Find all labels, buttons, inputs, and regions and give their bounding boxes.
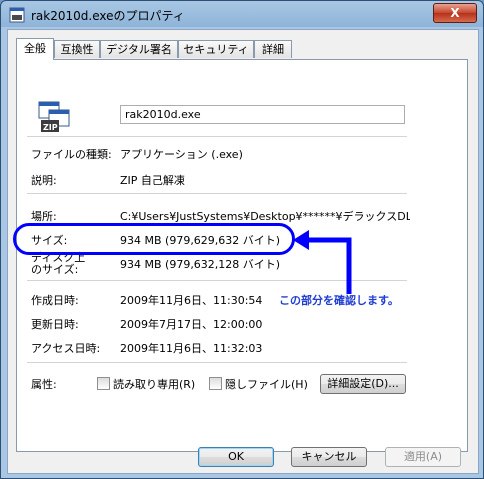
zip-archive-icon: [9, 7, 25, 23]
tab-details[interactable]: 詳細: [254, 40, 292, 58]
type-label: ファイルの種類:: [31, 148, 112, 161]
attributes-label: 属性:: [31, 378, 57, 391]
annotation-text: この部分を確認します。: [279, 294, 399, 307]
close-button[interactable]: X: [433, 3, 477, 23]
arrow-left-icon: [293, 230, 352, 294]
modified-value: 2009年7月17日、12:00:00: [120, 318, 263, 331]
accessed-label: アクセス日時:: [31, 342, 101, 355]
general-tab-page: ZIP ファイルの種類: アプリケーション (.exe) 説明: ZIP 自己解…: [13, 59, 468, 452]
description-label: 説明:: [31, 174, 57, 187]
cancel-button[interactable]: キャンセル: [291, 447, 367, 467]
window-title: rak2010d.exeのプロパティ: [31, 9, 185, 23]
title-bar[interactable]: rak2010d.exeのプロパティ X: [1, 1, 483, 29]
location-value: C:¥Users¥JustSystems¥Desktop¥******¥デラック…: [120, 210, 410, 223]
accessed-value: 2009年11月6日、11:32:03: [120, 342, 263, 355]
size-highlight-ellipse: [13, 223, 295, 255]
separator: [27, 362, 407, 363]
apply-button[interactable]: 適用(A): [385, 447, 461, 467]
ok-button[interactable]: OK: [198, 447, 274, 467]
disk-size-label-line2: のサイズ:: [31, 263, 79, 276]
tab-security[interactable]: セキュリティ: [178, 40, 254, 58]
description-value: ZIP 自己解凍: [120, 174, 185, 187]
readonly-checkbox[interactable]: [97, 377, 110, 390]
svg-text:ZIP: ZIP: [43, 123, 58, 132]
separator: [27, 136, 407, 137]
created-value: 2009年11月6日、11:30:54: [120, 294, 263, 307]
tab-compatibility[interactable]: 互換性: [54, 40, 100, 58]
created-label: 作成日時:: [31, 294, 79, 307]
file-name-input[interactable]: [120, 105, 405, 124]
advanced-button[interactable]: 詳細設定(D)...: [320, 374, 406, 394]
hidden-label[interactable]: 隠しファイル(H): [225, 376, 308, 392]
separator: [27, 193, 407, 194]
readonly-label[interactable]: 読み取り専用(R): [113, 376, 195, 392]
type-value: アプリケーション (.exe): [120, 148, 243, 161]
disk-size-label: ディスク上 のサイズ:: [31, 252, 85, 276]
tab-general[interactable]: 全般: [16, 38, 54, 60]
zip-archive-icon: ZIP: [38, 101, 70, 132]
modified-label: 更新日時:: [31, 318, 79, 331]
hidden-checkbox[interactable]: [209, 377, 222, 390]
dialog-client: 全般 互換性 デジタル署名 セキュリティ 詳細 ZIP ファイルの種類: アプリ…: [7, 29, 479, 474]
location-label: 場所:: [31, 210, 57, 223]
properties-window: rak2010d.exeのプロパティ X 全般 互換性 デジタル署名 セキュリテ…: [0, 0, 484, 479]
tab-digital-signature[interactable]: デジタル署名: [100, 40, 178, 58]
disk-size-value: 934 MB (979,632,128 バイト): [120, 258, 281, 271]
